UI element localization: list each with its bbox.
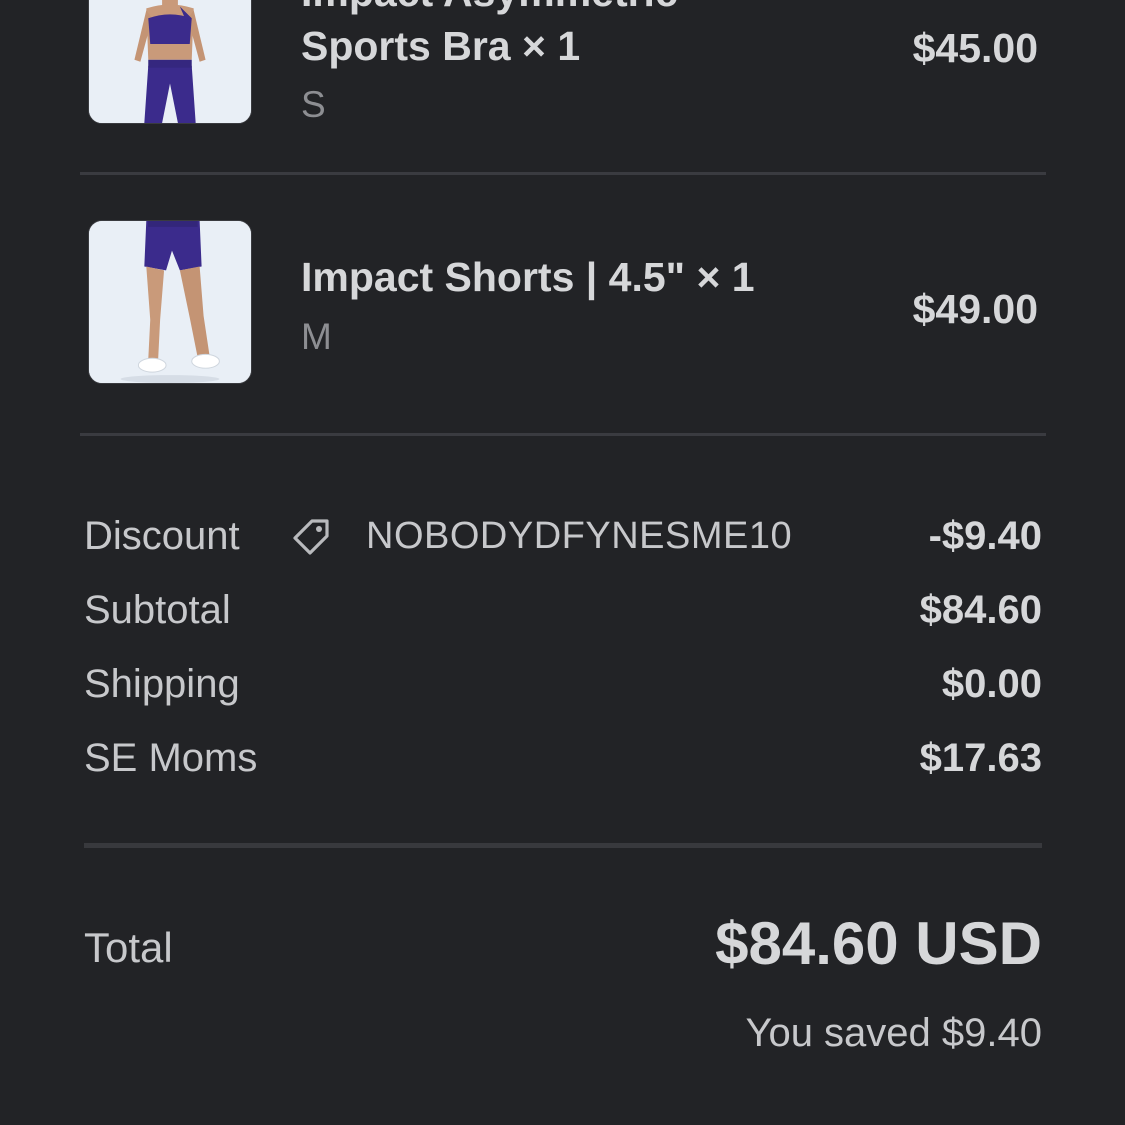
item-title-line1: Impact Asymmetric: [301, 0, 678, 18]
shipping-label: Shipping: [84, 662, 240, 706]
savings-text: You saved $9.40: [745, 1011, 1042, 1055]
total-label: Total: [84, 924, 173, 971]
item-title: Impact Shorts | 4.5" × 1: [301, 254, 755, 300]
items-bottom-divider: [80, 433, 1046, 436]
discount-value: -$9.40: [928, 514, 1042, 558]
discount-label: Discount: [84, 514, 240, 558]
total-value: $84.60 USD: [715, 910, 1042, 977]
item-price: $45.00: [912, 25, 1038, 71]
subtotal-row: Subtotal $84.60: [84, 580, 1042, 640]
product-photo-shorts-icon: [89, 221, 251, 383]
discount-row: Discount NOBODYDFYNESME10 -$9.40: [84, 506, 1042, 566]
total-divider: [84, 843, 1042, 848]
product-image-shorts: [88, 220, 252, 384]
line-item-shorts: Impact Shorts | 4.5" × 1 M $49.00: [80, 220, 1046, 390]
tax-row: SE Moms $17.63: [84, 728, 1042, 788]
tax-label: SE Moms: [84, 736, 258, 780]
item-variant: S: [301, 84, 326, 125]
subtotal-value: $84.60: [919, 588, 1042, 632]
line-item-sports-bra: Impact Asymmetric Sports Bra × 1 S $45.0…: [80, 0, 1046, 170]
item-title-line2: Sports Bra × 1: [301, 23, 581, 69]
discount-code: NOBODYDFYNESME10: [366, 515, 793, 557]
product-photo-sports-bra-icon: [89, 0, 251, 123]
order-summary: Impact Asymmetric Sports Bra × 1 S $45.0…: [0, 0, 1125, 1125]
item-price: $49.00: [912, 286, 1038, 332]
item-divider: [80, 172, 1046, 175]
product-image-sports-bra: [88, 0, 252, 124]
item-variant: M: [301, 316, 332, 357]
tag-icon: [293, 519, 329, 555]
subtotal-label: Subtotal: [84, 588, 231, 632]
shipping-row: Shipping $0.00: [84, 654, 1042, 714]
shipping-value: $0.00: [941, 662, 1042, 706]
tax-value: $17.63: [919, 736, 1042, 780]
